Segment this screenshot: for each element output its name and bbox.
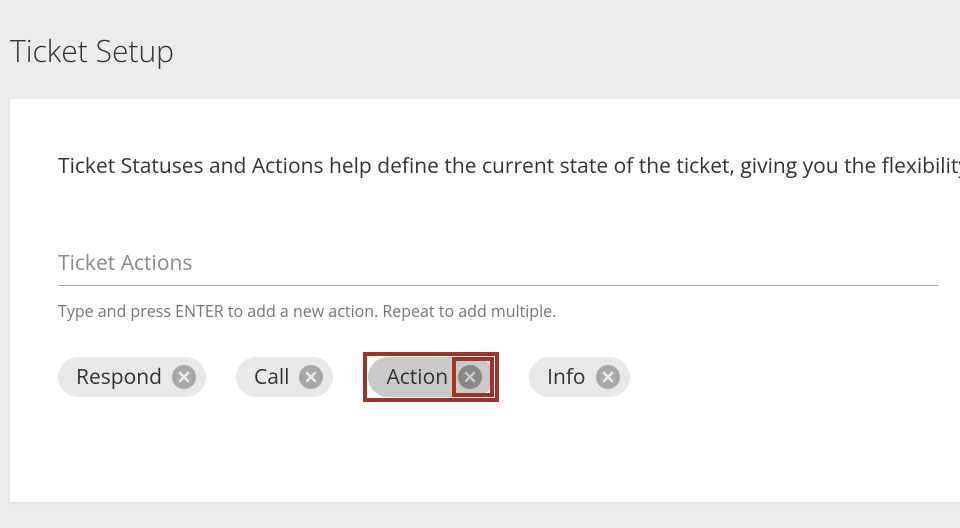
chip-action[interactable]: Action — [368, 357, 494, 397]
helper-text: Type and press ENTER to add a new action… — [58, 300, 960, 322]
chip-label: Action — [386, 363, 448, 391]
chip-label: Respond — [76, 363, 162, 391]
chips-row: Respond Call Action Info — [58, 352, 960, 402]
ticket-actions-input[interactable] — [58, 245, 938, 286]
close-icon[interactable] — [458, 365, 482, 389]
chip-respond[interactable]: Respond — [58, 357, 206, 397]
action-input-group — [58, 245, 960, 286]
description-text: Ticket Statuses and Actions help define … — [58, 151, 960, 183]
close-icon[interactable] — [172, 365, 196, 389]
chip-label: Info — [547, 363, 585, 391]
chip-call[interactable]: Call — [236, 357, 334, 397]
setup-card: Ticket Statuses and Actions help define … — [10, 99, 960, 502]
close-icon[interactable] — [299, 365, 323, 389]
chip-label: Call — [254, 363, 290, 391]
highlighted-chip-wrapper: Action — [363, 352, 499, 402]
close-icon[interactable] — [596, 365, 620, 389]
page-title: Ticket Setup — [0, 0, 960, 99]
chip-info[interactable]: Info — [529, 357, 629, 397]
